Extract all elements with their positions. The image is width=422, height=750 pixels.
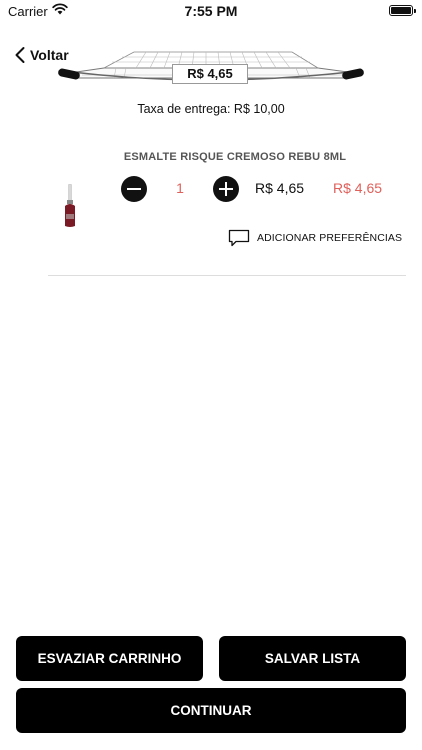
battery-icon	[389, 5, 416, 16]
nail-polish-bottle-icon	[65, 184, 75, 227]
unit-price: R$ 4,65	[255, 180, 305, 196]
add-preferences-button[interactable]: ADICIONAR PREFERÊNCIAS	[228, 229, 402, 247]
increase-quantity-button[interactable]	[213, 176, 239, 202]
save-list-button[interactable]: SALVAR LISTA	[219, 636, 406, 681]
divider	[48, 275, 406, 276]
cart-total-badge: R$ 4,65	[172, 64, 248, 84]
delivery-fee: Taxa de entrega: R$ 10,00	[137, 102, 285, 116]
continue-button[interactable]: CONTINUAR	[16, 688, 406, 733]
add-preferences-label: ADICIONAR PREFERÊNCIAS	[257, 232, 403, 244]
chevron-left-icon	[15, 47, 25, 63]
empty-cart-button[interactable]: ESVAZIAR CARRINHO	[16, 636, 203, 681]
quantity-value: 1	[176, 180, 184, 196]
item-total-price: R$ 4,65	[333, 180, 383, 196]
status-bar: Carrier 7:55 PM	[0, 0, 422, 24]
comment-icon	[228, 229, 250, 247]
product-name: ESMALTE RISQUE CREMOSO REBU 8ML	[123, 151, 347, 163]
clock: 7:55 PM	[184, 3, 238, 19]
decrease-quantity-button[interactable]	[121, 176, 147, 202]
